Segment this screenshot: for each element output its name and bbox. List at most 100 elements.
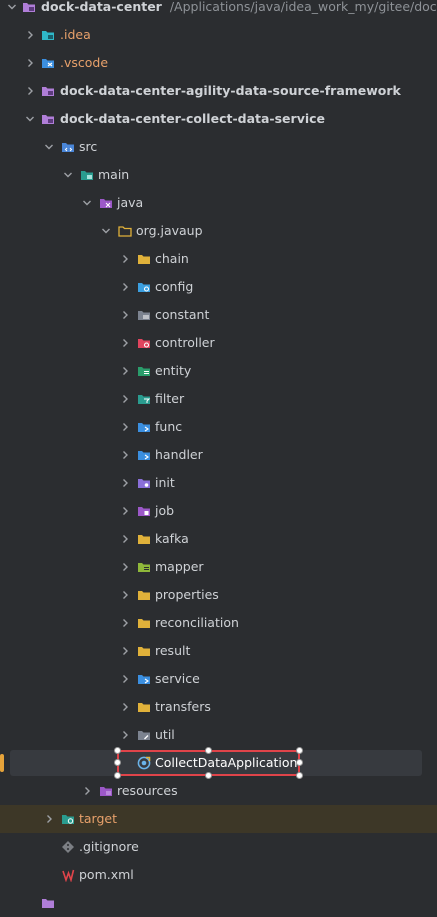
change-marker	[0, 754, 4, 772]
tree-label: mapper	[155, 559, 204, 574]
tree-label: chain	[155, 251, 189, 266]
config-folder-icon	[137, 280, 151, 294]
module-folder-icon	[41, 84, 55, 98]
tree-row-package-filter[interactable]: filter	[0, 385, 437, 413]
chevron-right-icon[interactable]	[81, 785, 93, 797]
tree-label: org.javaup	[136, 223, 203, 238]
tree-label: properties	[155, 587, 219, 602]
chevron-right-icon[interactable]	[119, 421, 131, 433]
tree-row-package-init[interactable]: init	[0, 469, 437, 497]
chevron-right-icon[interactable]	[119, 589, 131, 601]
tree-row-package-transfers[interactable]: transfers	[0, 693, 437, 721]
folder-icon	[137, 616, 151, 630]
tree-label: init	[155, 475, 175, 490]
service-folder-icon	[137, 672, 151, 686]
excluded-folder-icon	[61, 812, 75, 826]
folder-icon	[137, 700, 151, 714]
chevron-right-icon[interactable]	[119, 449, 131, 461]
chevron-right-icon[interactable]	[119, 617, 131, 629]
resize-handle[interactable]	[205, 747, 212, 754]
module-folder-icon	[41, 112, 55, 126]
chevron-right-icon[interactable]	[43, 813, 55, 825]
folder-icon	[137, 588, 151, 602]
chevron-down-icon[interactable]	[6, 1, 18, 13]
tree-row-main[interactable]: main	[0, 161, 437, 189]
tree-label: src	[79, 139, 98, 154]
tree-row-package-root[interactable]: org.javaup	[0, 217, 437, 245]
tree-row-idea[interactable]: .idea	[0, 21, 437, 49]
tree-row-package-job[interactable]: job	[0, 497, 437, 525]
resize-handle[interactable]	[114, 759, 121, 766]
vscode-folder-icon	[41, 56, 55, 70]
tree-row-src[interactable]: src	[0, 133, 437, 161]
tree-label: .gitignore	[79, 839, 139, 854]
chevron-down-icon[interactable]	[62, 169, 74, 181]
chevron-right-icon[interactable]	[119, 673, 131, 685]
resize-handle[interactable]	[296, 747, 303, 754]
tree-row-package-constant[interactable]: constant	[0, 301, 437, 329]
tree-row-gitignore[interactable]: .gitignore	[0, 833, 437, 861]
tree-label: main	[98, 167, 130, 182]
tree-label: dock-data-center-agility-data-source-fra…	[60, 83, 401, 98]
chevron-right-icon[interactable]	[119, 365, 131, 377]
tree-label: job	[155, 503, 175, 518]
constant-folder-icon	[137, 308, 151, 322]
chevron-right-icon[interactable]	[119, 253, 131, 265]
chevron-right-icon[interactable]	[24, 29, 36, 41]
tree-row-package-config[interactable]: config	[0, 273, 437, 301]
chevron-right-icon[interactable]	[119, 701, 131, 713]
tree-row-package-entity[interactable]: entity	[0, 357, 437, 385]
tree-row-package-reconciliation[interactable]: reconciliation	[0, 609, 437, 637]
resources-folder-icon	[99, 784, 113, 798]
chevron-right-icon[interactable]	[119, 645, 131, 657]
tree-row-framework-module[interactable]: dock-data-center-agility-data-source-fra…	[0, 77, 437, 105]
chevron-right-icon[interactable]	[119, 477, 131, 489]
mapper-folder-icon	[137, 560, 151, 574]
project-path: /Applications/java/idea_work_my/gitee/do…	[169, 0, 437, 14]
tree-row-package-util[interactable]: util	[0, 721, 437, 749]
tree-label: .idea	[60, 27, 91, 42]
tree-row-package-handler[interactable]: handler	[0, 441, 437, 469]
tree-row-target[interactable]: target	[0, 805, 437, 833]
resize-handle[interactable]	[296, 759, 303, 766]
tree-row-package-properties[interactable]: properties	[0, 581, 437, 609]
tree-label: constant	[155, 307, 210, 322]
tree-label: controller	[155, 335, 215, 350]
package-folder-icon	[118, 224, 132, 238]
chevron-right-icon[interactable]	[119, 309, 131, 321]
resize-handle[interactable]	[114, 747, 121, 754]
tree-row-package-controller[interactable]: controller	[0, 329, 437, 357]
chevron-right-icon[interactable]	[24, 85, 36, 97]
chevron-right-icon[interactable]	[119, 533, 131, 545]
chevron-right-icon[interactable]	[119, 281, 131, 293]
tree-row-collect-module[interactable]: dock-data-center-collect-data-service	[0, 105, 437, 133]
chevron-right-icon[interactable]	[119, 337, 131, 349]
chevron-down-icon[interactable]	[24, 113, 36, 125]
chevron-down-icon[interactable]	[100, 225, 112, 237]
tree-label: service	[155, 671, 200, 686]
chevron-right-icon[interactable]	[119, 505, 131, 517]
chevron-right-icon[interactable]	[119, 561, 131, 573]
chevron-down-icon[interactable]	[43, 141, 55, 153]
tree-row-resources[interactable]: resources	[0, 777, 437, 805]
chevron-right-icon[interactable]	[24, 57, 36, 69]
tree-label: resources	[117, 783, 178, 798]
tree-row-package-mapper[interactable]: mapper	[0, 553, 437, 581]
tree-label: handler	[155, 447, 203, 462]
tree-row-package-service[interactable]: service	[0, 665, 437, 693]
tree-row-java[interactable]: java	[0, 189, 437, 217]
tree-row-vscode[interactable]: .vscode	[0, 49, 437, 77]
chevron-right-icon[interactable]	[119, 393, 131, 405]
tree-row-package-chain[interactable]: chain	[0, 245, 437, 273]
tree-row-root[interactable]: dock-data-center/Applications/java/idea_…	[0, 0, 437, 21]
chevron-down-icon[interactable]	[81, 197, 93, 209]
tree-row-package-func[interactable]: func	[0, 413, 437, 441]
chevron-right-icon[interactable]	[119, 729, 131, 741]
tree-row-pom[interactable]: pom.xml	[0, 861, 437, 889]
git-icon	[61, 840, 75, 854]
tree-row-package-result[interactable]: result	[0, 637, 437, 665]
idea-folder-icon	[41, 28, 55, 42]
entity-folder-icon	[137, 364, 151, 378]
tree-row-package-kafka[interactable]: kafka	[0, 525, 437, 553]
module-folder-icon	[22, 0, 36, 14]
